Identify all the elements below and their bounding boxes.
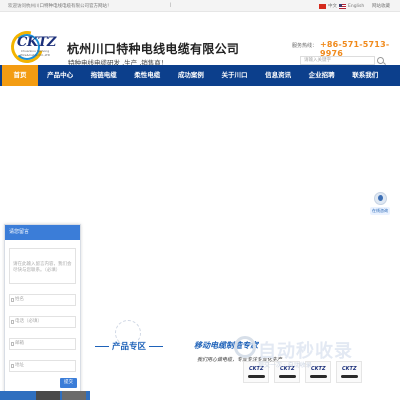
bottom-banner-strip bbox=[0, 391, 90, 400]
lang-english-link[interactable]: English bbox=[348, 4, 364, 9]
cable-image bbox=[310, 375, 327, 378]
address-placeholder: 地址 bbox=[15, 363, 24, 368]
logo-letters: CKTZ bbox=[17, 35, 56, 50]
nav-item-about[interactable]: 关于川口 bbox=[213, 65, 256, 86]
message-content-input[interactable]: 请在此输入留言内容，我们会尽快与您联系。（必填） bbox=[9, 248, 76, 284]
submit-button[interactable]: 提交 bbox=[60, 378, 77, 388]
email-field[interactable]: 邮箱 bbox=[9, 338, 76, 350]
company-name: 杭州川口特种电线电缆有限公司 bbox=[67, 42, 240, 56]
email-placeholder: 邮箱 bbox=[15, 341, 24, 346]
cable-image bbox=[248, 375, 265, 378]
nav-item-home[interactable]: 首页 bbox=[2, 65, 38, 86]
message-panel: 请您留言 请在此输入留言内容，我们会尽快与您联系。（必填） 姓名 电话（必填） … bbox=[4, 224, 81, 397]
top-bar: 欢迎访问杭州川口特种电线电缆有限公司官方网站！ | 中文 English 网站收… bbox=[0, 0, 400, 12]
user-icon bbox=[11, 298, 14, 302]
main-nav: 首页 产品中心 拖链电缆 柔性电缆 成功案例 关于川口 信息资讯 企业招聘 联系… bbox=[0, 65, 400, 86]
language-switch: 中文 English bbox=[319, 3, 364, 9]
nav-item-contact[interactable]: 联系我们 bbox=[344, 65, 387, 86]
product-section-title: 产品专区 bbox=[92, 340, 166, 352]
nav-item-cases[interactable]: 成功案例 bbox=[169, 65, 212, 86]
product-title-text: 产品专区 bbox=[112, 342, 147, 352]
stamp-circle-icon bbox=[234, 336, 256, 358]
phone-icon bbox=[11, 320, 14, 324]
message-panel-title: 请您留言 bbox=[5, 225, 80, 240]
company-logo[interactable]: CKTZ Chuankou Tezhong Wire&Cable CO.,LTD bbox=[5, 25, 61, 69]
favorite-link[interactable]: 网站收藏 bbox=[372, 3, 390, 9]
title-line-right bbox=[149, 345, 164, 348]
top-separator: | bbox=[170, 3, 172, 8]
mail-icon bbox=[11, 342, 14, 346]
nav-item-jobs[interactable]: 企业招聘 bbox=[300, 65, 343, 86]
us-flag-icon[interactable] bbox=[339, 3, 346, 9]
search-input[interactable]: 请输入关键字 bbox=[300, 56, 375, 65]
online-service-widget[interactable]: 在线咨询 bbox=[368, 192, 398, 218]
name-placeholder: 姓名 bbox=[15, 297, 24, 302]
search-icon[interactable] bbox=[377, 57, 384, 64]
online-service-label[interactable]: 在线咨询 bbox=[370, 207, 390, 215]
title-line-left bbox=[95, 345, 109, 348]
bottom-image bbox=[62, 391, 86, 400]
lang-chinese-link[interactable]: 中文 bbox=[328, 3, 337, 9]
nav-item-products[interactable]: 产品中心 bbox=[39, 65, 82, 86]
cable-image bbox=[279, 375, 296, 378]
name-field[interactable]: 姓名 bbox=[9, 294, 76, 306]
china-flag-icon[interactable] bbox=[319, 3, 326, 9]
logo-subtitle: Chuankou Tezhong Wire&Cable CO.,LTD bbox=[19, 49, 51, 57]
hotline-label: 服务热线： bbox=[292, 43, 318, 49]
header: CKTZ Chuankou Tezhong Wire&Cable CO.,LTD… bbox=[0, 12, 400, 69]
bottom-image bbox=[36, 391, 60, 400]
nav-item-drag-chain-cable[interactable]: 拖链电缆 bbox=[82, 65, 125, 86]
service-avatar-icon bbox=[374, 192, 387, 205]
phone-placeholder: 电话（必填） bbox=[15, 319, 42, 324]
location-icon bbox=[11, 364, 14, 368]
phone-field[interactable]: 电话（必填） bbox=[9, 316, 76, 328]
address-field[interactable]: 地址 bbox=[9, 360, 76, 372]
nav-item-news[interactable]: 信息资讯 bbox=[257, 65, 300, 86]
page: 欢迎访问杭州川口特种电线电缆有限公司官方网站！ | 中文 English 网站收… bbox=[0, 0, 400, 400]
watermark-stamp: 自动秒收录 提交一次 · 自动收录 bbox=[234, 334, 394, 374]
stamp-small-text: 提交一次 · 自动收录 bbox=[258, 362, 312, 369]
welcome-text: 欢迎访问杭州川口特种电线电缆有限公司官方网站！ bbox=[8, 4, 112, 9]
nav-item-flexible-cable[interactable]: 柔性电缆 bbox=[126, 65, 169, 86]
cable-image bbox=[341, 375, 358, 378]
